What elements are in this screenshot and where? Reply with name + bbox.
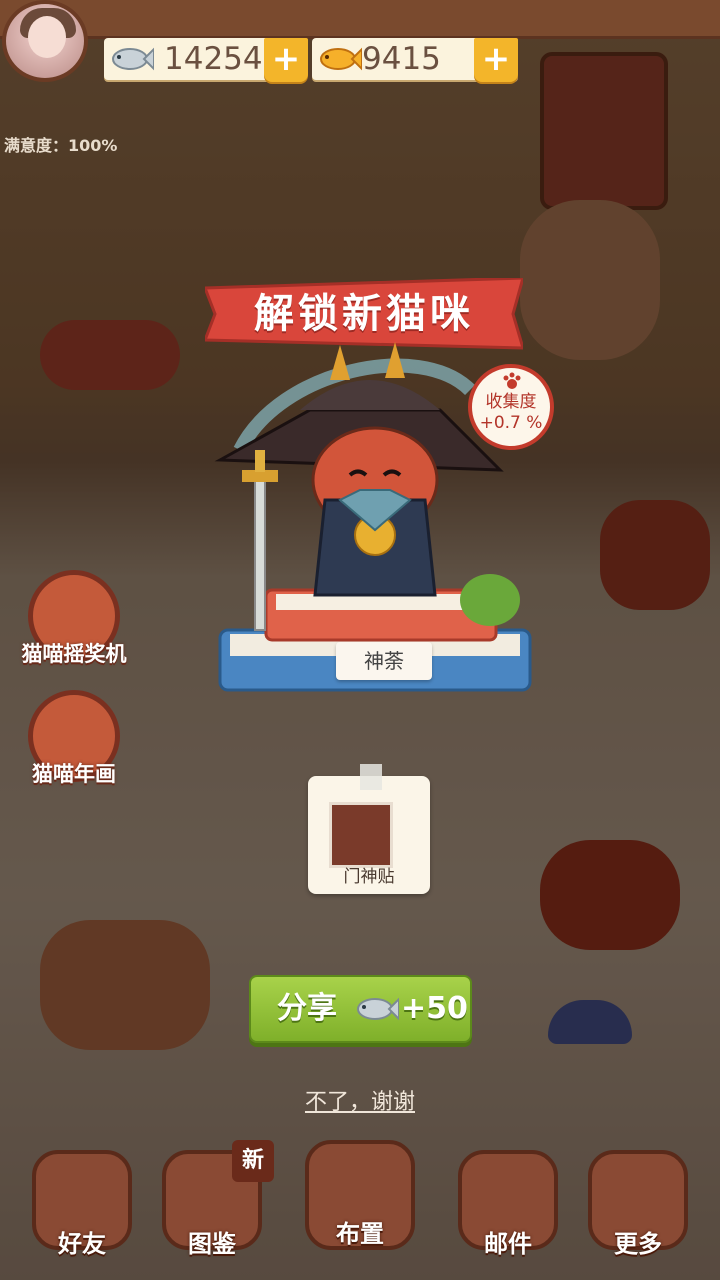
gacha-machine-button[interactable]: 猫喵摇奖机 (14, 570, 134, 700)
reward-item-card: 门神贴 (308, 764, 430, 894)
player-avatar[interactable] (2, 0, 88, 82)
paw-icon (503, 372, 521, 389)
add-fish-button[interactable]: + (264, 38, 308, 82)
tab-mail-label: 邮件 (484, 1230, 532, 1258)
collection-badge: 收集度 +0.7 % (468, 364, 554, 450)
silver-fish-icon (112, 47, 154, 71)
share-button[interactable]: 分享 +50 (249, 975, 472, 1043)
avatar-face (28, 16, 66, 58)
share-label: 分享 (277, 991, 337, 1026)
goldfish-currency-panel: 9415 + (312, 38, 518, 82)
new-year-painting-button[interactable]: 猫喵年画 (14, 690, 134, 820)
tab-decorate-label: 布置 (336, 1220, 384, 1248)
collection-value: +0.7 % (479, 413, 543, 433)
add-goldfish-button[interactable]: + (474, 38, 518, 82)
fish-currency-panel: 142544 + (104, 38, 308, 82)
silver-fish-icon (357, 997, 399, 1021)
gold-fish-icon (320, 47, 362, 71)
tab-gallery-label: 图鉴 (188, 1230, 236, 1258)
reward-item-label: 门神贴 (343, 867, 395, 887)
tab-more-label: 更多 (614, 1230, 662, 1258)
gallery-new-badge: 新 (232, 1140, 274, 1182)
tab-friends[interactable]: 好友 (22, 1150, 142, 1280)
goldfish-amount: 9415 (362, 41, 441, 77)
bottom-nav: 好友 图鉴 布置 邮件 更多 (0, 1140, 720, 1280)
decline-link[interactable]: 不了，谢谢 (270, 1084, 450, 1116)
tab-mail[interactable]: 邮件 (448, 1150, 568, 1280)
share-reward-amount: +50 (401, 991, 468, 1026)
tab-friends-label: 好友 (58, 1230, 106, 1258)
tape-decoration (360, 764, 382, 790)
top-bar (0, 0, 720, 39)
new-year-painting-label: 猫喵年画 (32, 762, 116, 786)
cat-name-tag: 神荼 (336, 642, 432, 680)
tab-decorate[interactable]: 布置 (300, 1140, 420, 1270)
gacha-label: 猫喵摇奖机 (21, 642, 127, 666)
door-sticker-image (329, 802, 393, 868)
satisfaction-label: 满意度：100% (4, 136, 118, 155)
collection-label: 收集度 (485, 392, 537, 412)
tab-more[interactable]: 更多 (578, 1150, 698, 1280)
